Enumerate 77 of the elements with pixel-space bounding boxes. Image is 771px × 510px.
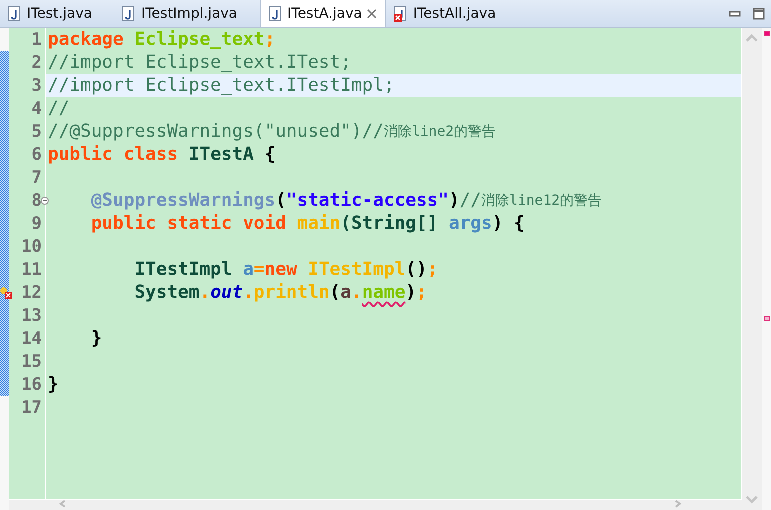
code-token: } [90, 328, 102, 349]
line-number: 2 [32, 52, 42, 72]
code-token: public static void [90, 213, 288, 234]
code-token: () [406, 259, 428, 280]
code-token: 消除line2的警告 [384, 122, 496, 140]
line-number: 13 [22, 306, 42, 326]
line-number: 5 [32, 122, 42, 142]
line-number: 9 [32, 214, 42, 234]
editor-tab[interactable]: ITestAll.java [386, 0, 504, 27]
java-file-icon [8, 6, 22, 22]
line-number: 4 [32, 98, 42, 118]
code-token: a [243, 259, 254, 280]
line-number: 12 [22, 282, 42, 302]
code-token: ( [330, 282, 341, 303]
code-token: ; [264, 29, 276, 50]
scroll-down-icon[interactable] [746, 496, 758, 504]
code-token: @SuppressWarnings [90, 190, 276, 211]
code-token: args [448, 213, 492, 234]
code-token: . [200, 282, 211, 303]
code-token: ITestA [188, 144, 255, 165]
code-token: out [210, 282, 244, 303]
line-number: 15 [22, 352, 42, 372]
java-file-icon [268, 6, 283, 22]
error-token: name [362, 282, 406, 303]
code-token: 消除line12的警告 [482, 192, 602, 210]
java-file-error-icon [394, 6, 408, 22]
code-token: // [48, 98, 70, 119]
collapse-icon[interactable] [41, 196, 49, 204]
line-number: 8 [32, 190, 42, 210]
code-token: System [134, 282, 200, 303]
code-token: package [48, 29, 125, 50]
scroll-left-icon[interactable] [59, 500, 67, 508]
code-token: . [243, 282, 254, 303]
code-token: ITestImpl [308, 259, 406, 280]
maximize-icon[interactable] [753, 8, 765, 20]
editor-tab[interactable]: ITestImpl.java [114, 0, 246, 27]
code-token: //@SuppressWarnings("unused")// [48, 121, 384, 142]
code-token: ( [276, 190, 286, 211]
scroll-right-icon[interactable] [674, 500, 682, 508]
code-token: } [48, 374, 59, 395]
code-token: (String[] [340, 213, 440, 234]
editor-tab[interactable]: ITestA.java [260, 0, 386, 27]
editor-tab[interactable]: ITest.java [0, 0, 100, 27]
code-token: ITestImpl [134, 259, 234, 280]
code-token: // [460, 190, 482, 211]
line-number: 17 [22, 398, 42, 418]
error-overview-marker[interactable] [764, 31, 770, 36]
code-token: . [351, 282, 362, 303]
code-token: main [297, 213, 341, 234]
line-number: 7 [32, 168, 42, 188]
java-file-icon [122, 6, 136, 22]
close-icon[interactable] [367, 8, 378, 18]
line-number: 6 [32, 144, 42, 164]
line-number: 10 [22, 236, 42, 256]
code-token: //import Eclipse_text.ITestImpl; [48, 75, 395, 96]
line-number: 11 [22, 260, 42, 280]
line-number: 14 [22, 328, 42, 348]
line-number: 16 [22, 374, 42, 394]
code-token: { [264, 144, 276, 165]
code-token: println [254, 282, 330, 303]
code-token: Eclipse_text [134, 29, 265, 50]
code-token: ) { [492, 213, 525, 234]
line-number: 1 [32, 30, 42, 50]
scroll-up-icon[interactable] [746, 34, 758, 42]
code-token: "static-access" [286, 190, 449, 211]
code-token: = [254, 259, 265, 280]
code-token: public class [48, 144, 180, 165]
code-token: ; [427, 259, 438, 280]
line-number: 3 [32, 76, 42, 96]
minimize-icon[interactable] [729, 10, 741, 16]
code-token: a [340, 282, 352, 303]
code-token: ; [416, 282, 428, 303]
code-token: //import Eclipse_text.ITest; [48, 52, 352, 73]
error-overview-marker[interactable] [764, 316, 770, 321]
code-token: ) [406, 282, 417, 303]
code-token: ) [448, 190, 460, 211]
code-token: new [264, 259, 298, 280]
